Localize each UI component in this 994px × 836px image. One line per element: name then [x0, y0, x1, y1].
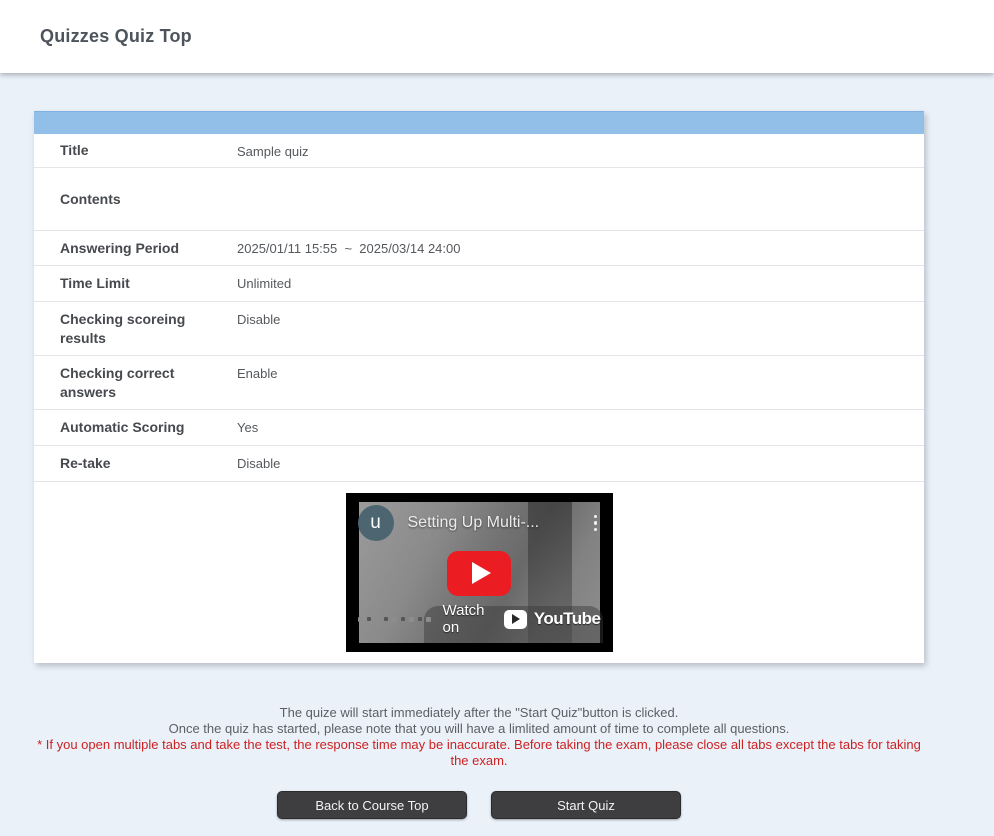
notice-line-1: The quize will start immediately after t… [34, 705, 924, 721]
table-row-checking-correct-answers: Checking correct answers Enable [34, 356, 924, 410]
notice-line-2: Once the quiz has started, please note t… [34, 721, 924, 737]
play-button-icon[interactable] [447, 551, 511, 596]
video-row: u Setting Up Multi-... Watch on YouTube [34, 482, 924, 663]
row-value: Sample quiz [237, 134, 924, 167]
notice-warning: * If you open multiple tabs and take the… [34, 737, 924, 769]
film-strip-dots [358, 617, 431, 622]
row-value: Yes [237, 410, 924, 445]
table-row-contents: Contents [34, 168, 924, 231]
notices: The quize will start immediately after t… [34, 705, 924, 769]
row-value: Unlimited [237, 266, 924, 301]
video-title[interactable]: Setting Up Multi-... [408, 514, 575, 532]
watch-on-youtube-link[interactable]: Watch on YouTube [443, 602, 601, 636]
row-value: Disable [237, 446, 924, 481]
back-to-course-top-button[interactable]: Back to Course Top [277, 791, 467, 819]
page-header: Quizzes Quiz Top [0, 0, 994, 73]
row-label: Contents [34, 168, 237, 230]
watch-on-label: Watch on [443, 602, 497, 636]
page-title: Quizzes Quiz Top [40, 26, 192, 47]
row-label: Time Limit [34, 266, 237, 301]
table-row-re-take: Re-take Disable [34, 446, 924, 482]
video-top-bar: u Setting Up Multi-... [358, 505, 603, 541]
channel-avatar[interactable]: u [358, 505, 394, 541]
kebab-menu-icon[interactable] [589, 513, 603, 534]
row-label: Answering Period [34, 231, 237, 265]
action-buttons: Back to Course Top Start Quiz [34, 791, 924, 819]
table-row-answering-period: Answering Period 2025/01/11 15:55 ~ 2025… [34, 231, 924, 266]
row-value [237, 168, 924, 230]
youtube-wordmark: YouTube [534, 609, 601, 629]
youtube-logo-icon [504, 610, 527, 629]
table-row-time-limit: Time Limit Unlimited [34, 266, 924, 302]
row-value: Enable [237, 356, 924, 409]
table-row-automatic-scoring: Automatic Scoring Yes [34, 410, 924, 446]
card-accent-bar [34, 111, 924, 134]
video-bottom-bar: Watch on YouTube [358, 602, 601, 636]
play-triangle-icon [472, 562, 491, 584]
start-quiz-button[interactable]: Start Quiz [491, 791, 681, 819]
row-label: Re-take [34, 446, 237, 481]
row-label: Automatic Scoring [34, 410, 237, 445]
row-value: Disable [237, 302, 924, 355]
main-content: Title Sample quiz Contents Answering Per… [0, 111, 994, 819]
quiz-info-card: Title Sample quiz Contents Answering Per… [34, 111, 924, 663]
row-label: Checking scoreing results [34, 302, 237, 355]
row-label: Checking correct answers [34, 356, 237, 409]
youtube-player[interactable]: u Setting Up Multi-... Watch on YouTube [346, 493, 613, 652]
row-label: Title [34, 134, 237, 167]
row-value: 2025/01/11 15:55 ~ 2025/03/14 24:00 [237, 231, 924, 265]
table-row-checking-scoring-results: Checking scoreing results Disable [34, 302, 924, 356]
table-row-title: Title Sample quiz [34, 134, 924, 168]
